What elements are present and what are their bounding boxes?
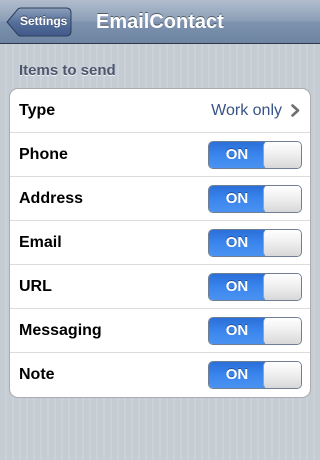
email-label: Email xyxy=(19,234,62,251)
email-row: Email ON xyxy=(10,221,310,265)
note-row: Note ON xyxy=(10,353,310,397)
phone-toggle-knob[interactable] xyxy=(263,142,301,168)
address-label: Address xyxy=(19,190,84,207)
address-toggle[interactable]: ON xyxy=(208,185,302,213)
phone-row: Phone ON xyxy=(10,133,310,177)
messaging-toggle-knob[interactable] xyxy=(263,318,301,344)
back-button[interactable]: Settings xyxy=(6,7,72,37)
url-toggle-knob[interactable] xyxy=(263,274,301,300)
email-toggle-knob[interactable] xyxy=(263,230,301,256)
back-button-label: Settings xyxy=(20,14,68,28)
url-toggle-state: ON xyxy=(209,274,265,300)
address-row: Address ON xyxy=(10,177,310,221)
email-toggle[interactable]: ON xyxy=(208,229,302,257)
type-label: Type xyxy=(19,102,56,119)
phone-label: Phone xyxy=(19,146,68,163)
messaging-row: Messaging ON xyxy=(10,309,310,353)
phone-toggle[interactable]: ON xyxy=(208,141,302,169)
email-toggle-state: ON xyxy=(209,230,265,256)
url-label: URL xyxy=(19,278,52,295)
chevron-right-icon xyxy=(291,104,300,117)
messaging-toggle-state: ON xyxy=(209,318,265,344)
navigation-bar: Settings EmailContact xyxy=(0,0,320,44)
note-toggle-state: ON xyxy=(209,362,265,388)
messaging-label: Messaging xyxy=(19,322,102,339)
type-row[interactable]: Type Work only xyxy=(10,89,310,133)
address-toggle-knob[interactable] xyxy=(263,186,301,212)
section-header: Items to send xyxy=(19,62,116,79)
note-label: Note xyxy=(19,366,55,383)
page-title: EmailContact xyxy=(96,11,224,33)
url-row: URL ON xyxy=(10,265,310,309)
items-group: Type Work only Phone ON Address ON Email… xyxy=(9,88,311,398)
phone-toggle-state: ON xyxy=(209,142,265,168)
note-toggle-knob[interactable] xyxy=(263,362,301,388)
address-toggle-state: ON xyxy=(209,186,265,212)
type-value: Work only xyxy=(211,102,282,119)
note-toggle[interactable]: ON xyxy=(208,361,302,389)
url-toggle[interactable]: ON xyxy=(208,273,302,301)
messaging-toggle[interactable]: ON xyxy=(208,317,302,345)
